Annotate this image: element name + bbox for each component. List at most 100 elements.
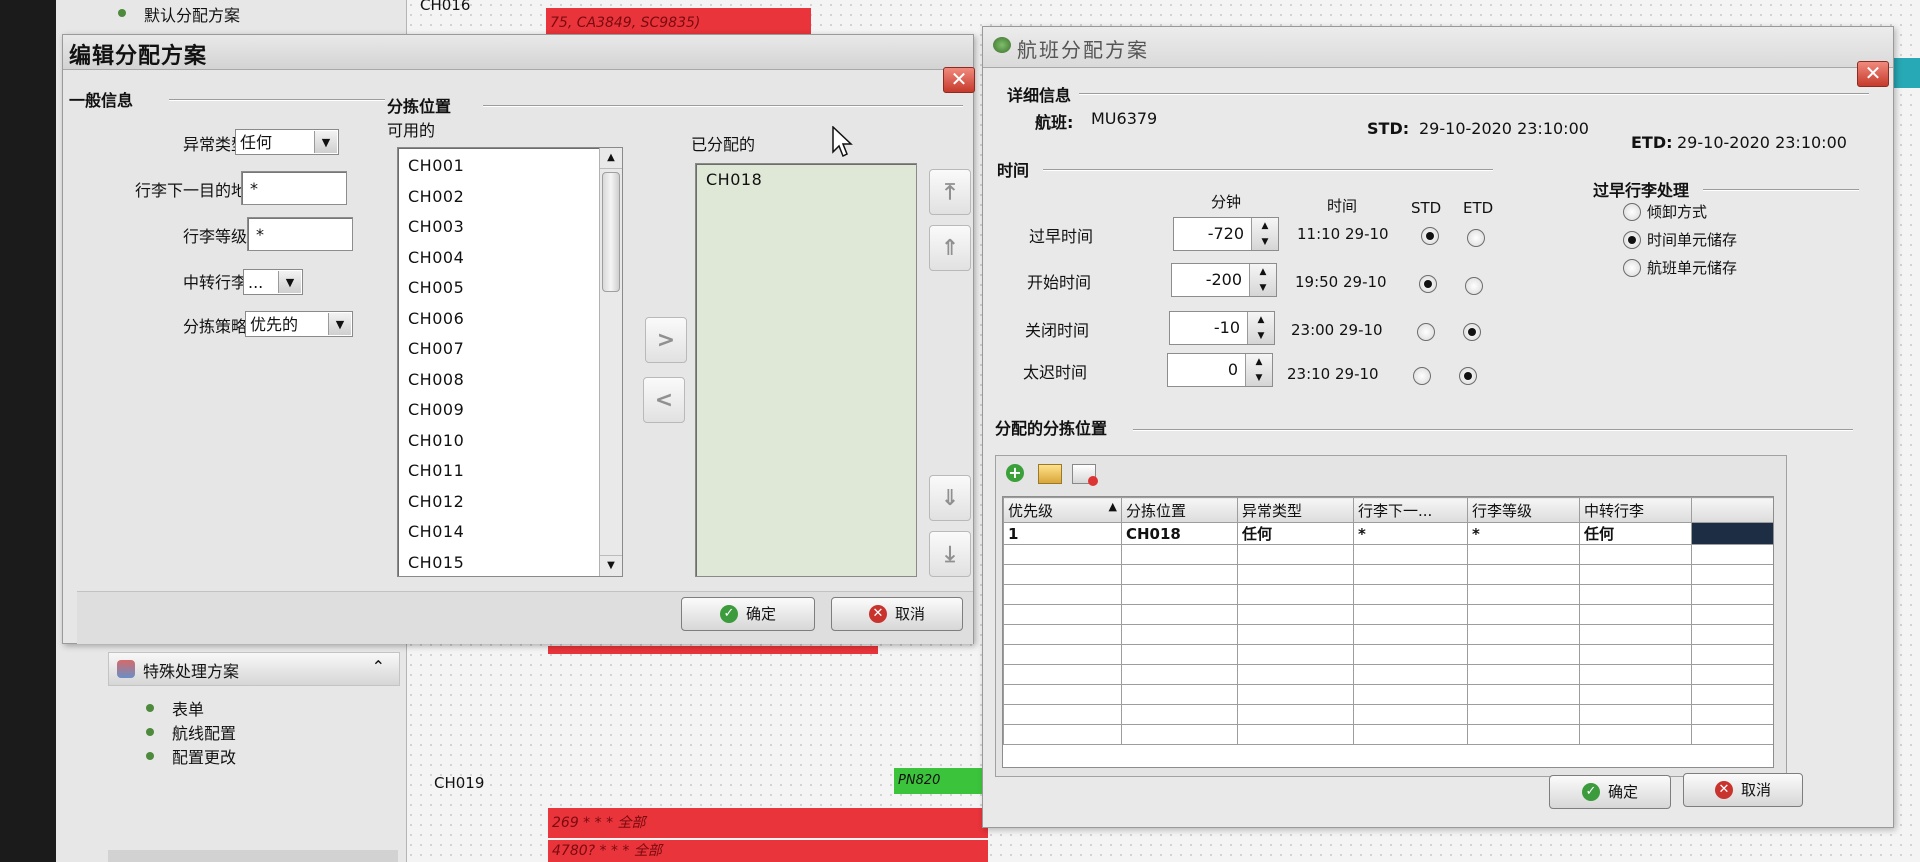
- list-item[interactable]: CH005: [408, 278, 464, 297]
- close-time-std-radio[interactable]: [1417, 323, 1435, 341]
- dump-mode-radio[interactable]: [1623, 203, 1641, 221]
- early-time-etd-radio[interactable]: [1467, 229, 1485, 247]
- close-time-minutes: -10: [1213, 318, 1240, 337]
- dropdown-arrow-icon[interactable]: ▼: [314, 131, 337, 153]
- list-item[interactable]: CH004: [408, 248, 464, 267]
- flight-dialog-title-bar[interactable]: 航班分配方案: [983, 27, 1893, 68]
- spinner-arrows-icon[interactable]: ▲ ▼: [1251, 218, 1278, 250]
- dropdown-arrow-icon[interactable]: ▼: [278, 271, 301, 293]
- col-header-priority[interactable]: 优先级 ▲: [1003, 497, 1122, 523]
- move-down-button[interactable]: ⇓: [929, 475, 971, 521]
- move-right-button[interactable]: >: [645, 317, 687, 363]
- late-time-etd-radio[interactable]: [1459, 367, 1477, 385]
- late-time-label: 太迟时间: [1023, 363, 1088, 382]
- flight-dialog-cancel-button[interactable]: ✕ 取消: [1683, 773, 1803, 807]
- late-time-std-radio[interactable]: [1413, 367, 1431, 385]
- list-item[interactable]: CH002: [408, 187, 464, 206]
- col-header-baggage-grade[interactable]: 行李等级: [1467, 497, 1580, 523]
- move-left-button[interactable]: <: [643, 377, 685, 423]
- time-unit-storage-radio[interactable]: [1623, 231, 1641, 249]
- col-header-exception-type[interactable]: 异常类型: [1237, 497, 1354, 523]
- list-item[interactable]: CH008: [408, 370, 464, 389]
- cell-exception-type[interactable]: 任何: [1237, 522, 1354, 545]
- edit-dialog-cancel-button[interactable]: ✕ 取消: [831, 597, 963, 631]
- list-item[interactable]: CH011: [408, 461, 464, 480]
- start-time-spinner[interactable]: -200 ▲ ▼: [1171, 263, 1277, 297]
- spinner-arrows-icon[interactable]: ▲ ▼: [1245, 354, 1272, 386]
- col-header-next-destination[interactable]: 行李下一...: [1353, 497, 1468, 523]
- destination-field[interactable]: *: [241, 171, 347, 205]
- start-time-std-radio[interactable]: [1419, 275, 1437, 293]
- list-item[interactable]: CH014: [408, 522, 464, 541]
- list-item[interactable]: CH009: [408, 400, 464, 419]
- scroll-up-icon[interactable]: ▲: [600, 148, 622, 169]
- table-row[interactable]: 1 CH018 任何 * * 任何: [1003, 522, 1773, 545]
- available-list[interactable]: CH001 CH002 CH003 CH004 CH005 CH006 CH007 CH008…: [397, 147, 623, 577]
- cell-selection[interactable]: [1691, 522, 1773, 545]
- edit-dialog-ok-button[interactable]: ✓ 确定: [681, 597, 815, 631]
- move-up-button[interactable]: ⇑: [929, 225, 971, 271]
- strategy-select[interactable]: 优先的 ▼: [245, 311, 353, 337]
- sort-asc-icon[interactable]: ▲: [1109, 500, 1117, 513]
- list-item[interactable]: CH001: [408, 156, 464, 175]
- flight-dialog-cancel-label: 取消: [1740, 781, 1771, 799]
- flight-dialog-close-button[interactable]: ✕: [1857, 61, 1889, 87]
- screen: CH016 75, CA3849, SC9835) 默认分配方案 特殊处理方案 …: [56, 0, 1920, 862]
- background-red-bar-bottom-1[interactable]: 269 * * * 全部: [548, 808, 988, 838]
- list-item[interactable]: CH015: [408, 553, 464, 572]
- flight-number: MU6379: [1091, 109, 1158, 128]
- nav-item-form[interactable]: 表单: [172, 696, 204, 720]
- special-plan-header[interactable]: 特殊处理方案 ⌃: [108, 652, 400, 686]
- exception-type-select[interactable]: 任何 ▼: [235, 129, 339, 155]
- grade-field[interactable]: *: [247, 217, 353, 251]
- assigned-positions-divider: [1133, 429, 1853, 431]
- list-item[interactable]: CH012: [408, 492, 464, 511]
- move-bottom-button[interactable]: ⤓: [929, 531, 971, 577]
- flight-dialog-ok-button[interactable]: ✓ 确定: [1549, 775, 1671, 809]
- col-header-sort-position[interactable]: 分拣位置: [1121, 497, 1238, 523]
- nav-item-config-change[interactable]: 配置更改: [172, 744, 236, 768]
- cell-transfer[interactable]: 任何: [1579, 522, 1692, 545]
- add-icon[interactable]: +: [1006, 464, 1024, 482]
- edit-icon[interactable]: [1038, 464, 1062, 484]
- list-item[interactable]: CH006: [408, 309, 464, 328]
- transfer-select[interactable]: ... ▼: [243, 269, 303, 295]
- move-top-button[interactable]: ⤒: [929, 169, 971, 215]
- start-time-etd-radio[interactable]: [1465, 277, 1483, 295]
- background-red-bar-bottom-2[interactable]: 4780? * * * 全部: [548, 840, 988, 862]
- cell-next-destination[interactable]: *: [1353, 522, 1468, 545]
- close-time-value: 23:00 29-10: [1291, 321, 1383, 339]
- background-green-bar[interactable]: PN820: [894, 768, 984, 794]
- available-list-scrollbar[interactable]: ▲ ▼: [599, 148, 622, 576]
- dropdown-arrow-icon[interactable]: ▼: [328, 313, 351, 335]
- close-time-etd-radio[interactable]: [1463, 323, 1481, 341]
- flight-unit-storage-radio[interactable]: [1623, 259, 1641, 277]
- spinner-arrows-icon[interactable]: ▲ ▼: [1247, 312, 1274, 344]
- cell-baggage-grade[interactable]: *: [1467, 522, 1580, 545]
- table-row: [1003, 544, 1773, 565]
- close-time-spinner[interactable]: -10 ▲ ▼: [1169, 311, 1275, 345]
- assigned-positions-section-title: 分配的分拣位置: [995, 419, 1108, 438]
- cell-priority[interactable]: 1: [1003, 522, 1122, 545]
- early-time-spinner[interactable]: -720 ▲ ▼: [1173, 217, 1279, 251]
- nav-item-default-plan[interactable]: 默认分配方案: [144, 2, 240, 26]
- flight-allocation-dialog: 航班分配方案 ✕ 详细信息 航班: MU6379 STD: 29-10-2020…: [982, 26, 1894, 828]
- assigned-list[interactable]: CH018: [695, 163, 917, 577]
- collapse-icon[interactable]: ⌃: [372, 657, 385, 676]
- nav-item-route-config[interactable]: 航线配置: [172, 720, 236, 744]
- edit-dialog-close-button[interactable]: ✕: [943, 67, 975, 93]
- list-item[interactable]: CH003: [408, 217, 464, 236]
- scroll-down-icon[interactable]: ▼: [600, 555, 622, 576]
- list-item[interactable]: CH018: [706, 170, 762, 189]
- bullet-icon: [118, 9, 126, 17]
- edit-dialog-title-bar[interactable]: 编辑分配方案: [63, 35, 973, 70]
- scrollbar-thumb[interactable]: [602, 172, 620, 292]
- late-time-spinner[interactable]: 0 ▲ ▼: [1167, 353, 1273, 387]
- cell-sort-position[interactable]: CH018: [1121, 522, 1238, 545]
- early-time-std-radio[interactable]: [1421, 227, 1439, 245]
- delete-icon[interactable]: [1072, 464, 1098, 486]
- list-item[interactable]: CH007: [408, 339, 464, 358]
- list-item[interactable]: CH010: [408, 431, 464, 450]
- spinner-arrows-icon[interactable]: ▲ ▼: [1249, 264, 1276, 296]
- col-header-transfer[interactable]: 中转行李: [1579, 497, 1692, 523]
